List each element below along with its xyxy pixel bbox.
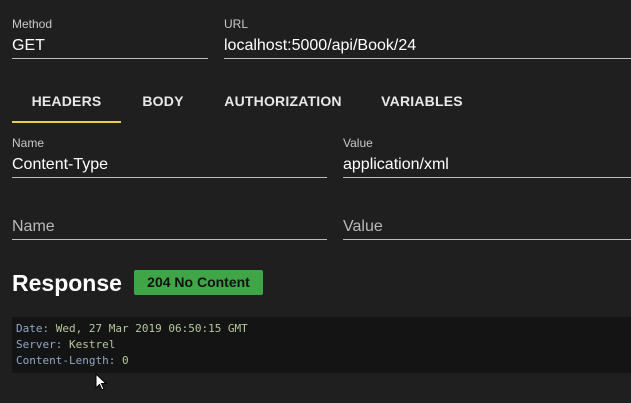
header-name-label: Name bbox=[12, 136, 45, 150]
header-value-field[interactable]: application/xml bbox=[343, 156, 449, 174]
tab-headers[interactable]: HEADERS bbox=[12, 93, 121, 109]
new-header-value-underline bbox=[343, 239, 631, 240]
response-header-row: Content-Length: 0 bbox=[16, 354, 129, 367]
new-header-name-underline bbox=[12, 239, 327, 240]
url-underline bbox=[224, 58, 631, 59]
response-header-row: Date: Wed, 27 Mar 2019 06:50:15 GMT bbox=[16, 322, 248, 335]
method-label: Method bbox=[12, 17, 53, 31]
tab-body[interactable]: BODY bbox=[132, 93, 194, 109]
response-header-value: Wed, 27 Mar 2019 06:50:15 GMT bbox=[55, 322, 248, 335]
response-header-key: Content-Length bbox=[16, 354, 109, 367]
method-field[interactable]: GET bbox=[12, 37, 45, 55]
response-header-key: Date bbox=[16, 322, 43, 335]
header-value-label: Value bbox=[343, 136, 373, 150]
response-headers-block: Date: Wed, 27 Mar 2019 06:50:15 GMT Serv… bbox=[12, 317, 631, 373]
response-header-row: Server: Kestrel bbox=[16, 338, 116, 351]
response-header-value: 0 bbox=[121, 354, 129, 367]
method-underline bbox=[12, 58, 208, 59]
status-badge: 204 No Content bbox=[134, 270, 263, 295]
response-header-key: Server bbox=[16, 338, 56, 351]
tab-active-indicator bbox=[12, 121, 121, 123]
header-name-field[interactable]: Content-Type bbox=[12, 156, 108, 174]
response-header-value: Kestrel bbox=[69, 338, 116, 351]
response-title: Response bbox=[12, 270, 122, 296]
url-label: URL bbox=[224, 17, 249, 31]
header-value-underline bbox=[343, 177, 631, 178]
tab-variables[interactable]: VARIABLES bbox=[374, 93, 470, 109]
new-header-value-field[interactable]: Value bbox=[343, 218, 383, 236]
new-header-name-field[interactable]: Name bbox=[12, 218, 55, 236]
header-name-underline bbox=[12, 177, 327, 178]
tab-authorization[interactable]: AUTHORIZATION bbox=[218, 93, 348, 109]
url-field[interactable]: localhost:5000/api/Book/24 bbox=[224, 37, 416, 55]
mouse-pointer-icon bbox=[95, 373, 108, 392]
